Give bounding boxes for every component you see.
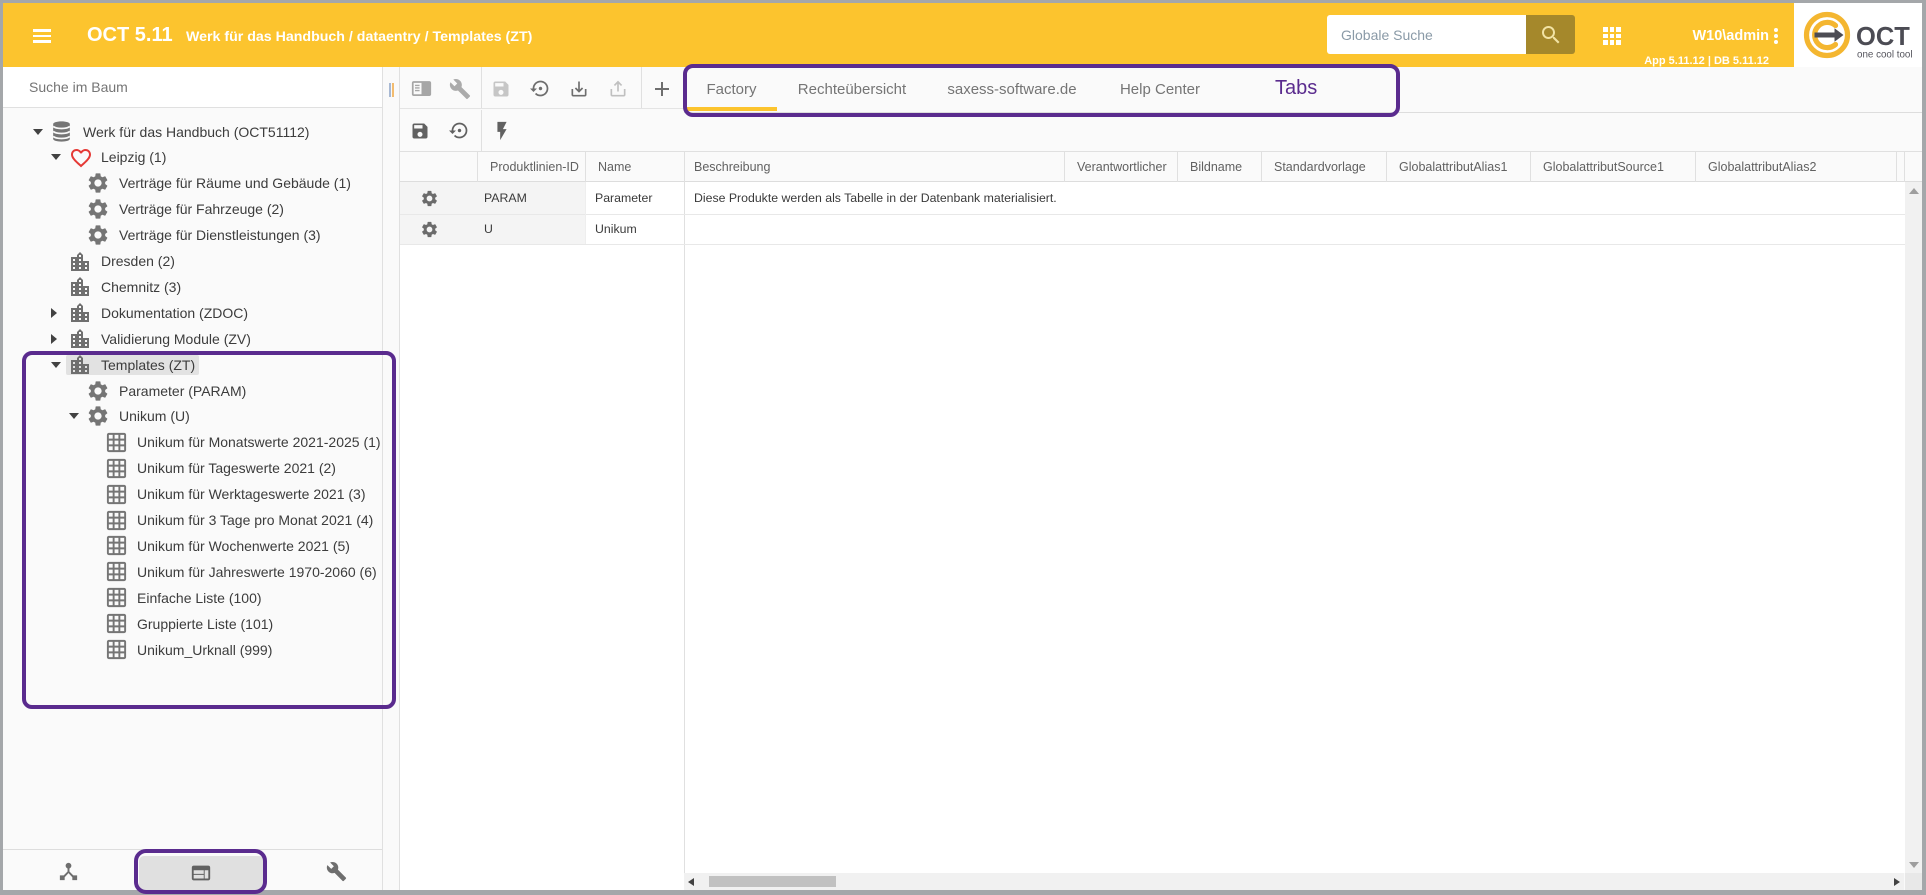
svg-text:one cool tool: one cool tool	[1857, 50, 1913, 61]
svg-text:OCT: OCT	[1856, 23, 1910, 51]
